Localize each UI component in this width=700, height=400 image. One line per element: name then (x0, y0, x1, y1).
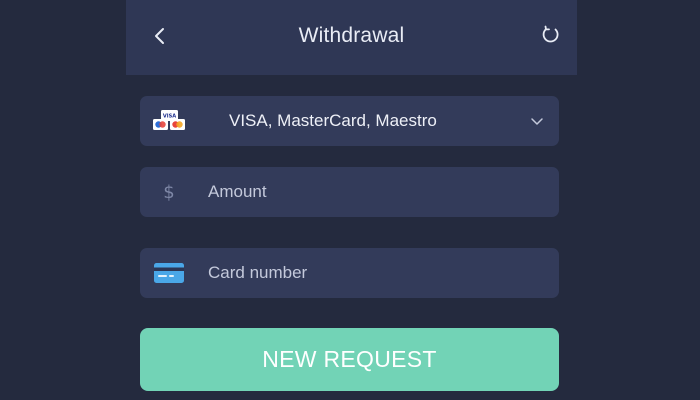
withdrawal-screen: Withdrawal VISA VISA, MasterCard, Maestr… (126, 0, 577, 400)
refresh-icon (542, 25, 559, 43)
refresh-button[interactable] (537, 21, 565, 49)
payment-cards-icon: VISA (153, 110, 185, 130)
payment-method-label: VISA, MasterCard, Maestro (229, 111, 437, 130)
new-request-button[interactable]: NEW REQUEST (140, 328, 559, 391)
credit-card-icon (154, 261, 184, 285)
amount-field: $ (140, 167, 559, 217)
visa-logo-text: VISA (163, 114, 176, 120)
card-number-input[interactable] (208, 248, 538, 298)
page-title: Withdrawal (298, 24, 405, 47)
amount-input[interactable] (208, 167, 538, 217)
dollar-glyph: $ (163, 181, 175, 203)
dollar-icon: $ (154, 180, 184, 204)
card-number-field (140, 248, 559, 298)
header-bar: Withdrawal (126, 0, 577, 75)
chevron-down-icon (531, 118, 543, 125)
payment-method-select[interactable]: VISA VISA, MasterCard, Maestro (140, 96, 559, 146)
